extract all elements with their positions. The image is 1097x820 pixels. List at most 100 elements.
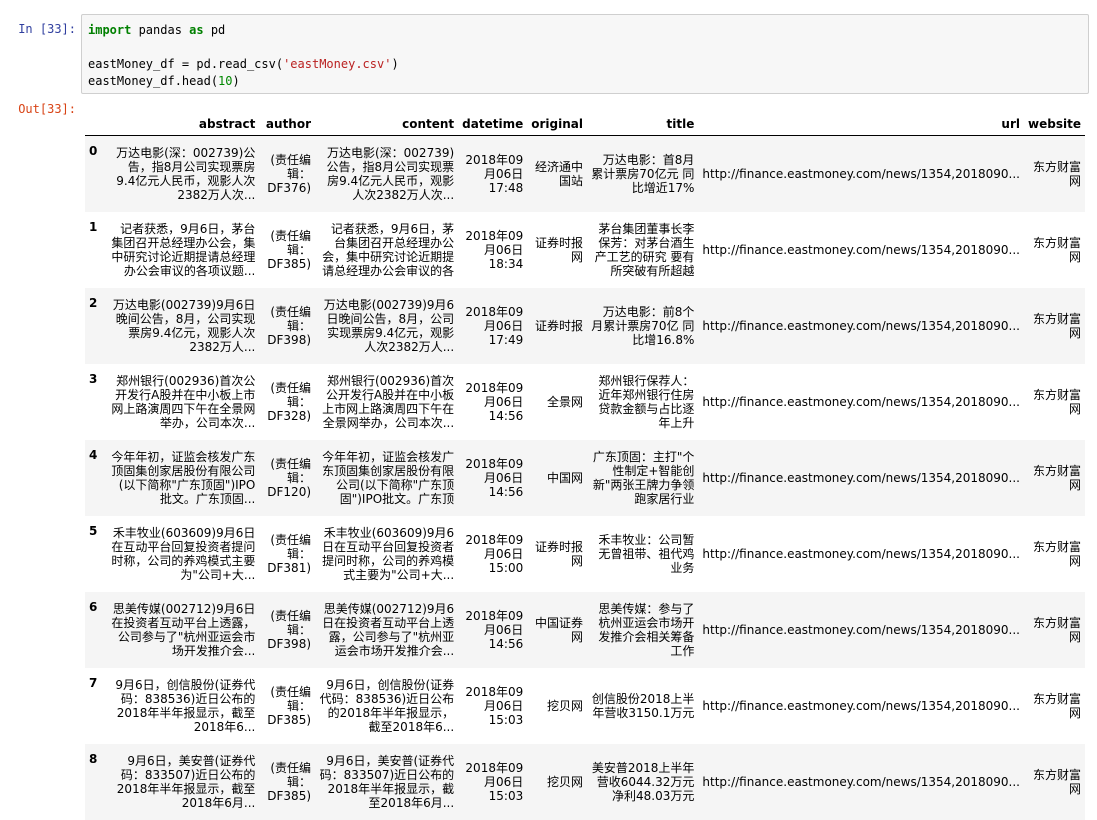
column-header: original xyxy=(527,112,587,136)
code-text: pandas xyxy=(131,23,189,37)
cell-author: (责任编辑：DF398) xyxy=(259,592,315,668)
code-editor[interactable]: import pandas as pd eastMoney_df = pd.re… xyxy=(82,15,1088,97)
cell-original: 全景网 xyxy=(527,364,587,440)
cell-title-text: 创信股份2018上半年营收3150.1万元 xyxy=(591,692,694,720)
cell-original: 挖贝网 xyxy=(527,668,587,744)
code-input-cell[interactable]: import pandas as pd eastMoney_df = pd.re… xyxy=(81,14,1089,94)
cell-url: http://finance.eastmoney.com/news/1354,2… xyxy=(698,668,1024,744)
cell-url: http://finance.eastmoney.com/news/1354,2… xyxy=(698,136,1024,213)
row-index: 5 xyxy=(85,516,106,592)
keyword-import: import xyxy=(88,23,131,37)
cell-url-text: http://finance.eastmoney.com/news/1354,2… xyxy=(702,547,1020,561)
cell-website-text: 东方财富网 xyxy=(1028,616,1081,644)
cell-original: 证券时报网 xyxy=(527,516,587,592)
cell-abstract-text: 思美传媒(002712)9月6日在投资者互动平台上透露，公司参与了"杭州亚运会市… xyxy=(110,602,255,658)
cell-website-text: 东方财富网 xyxy=(1028,540,1081,568)
cell-website-text: 东方财富网 xyxy=(1028,236,1081,264)
cell-abstract: 今年年初，证监会核发广东顶固集创家居股份有限公司(以下简称"广东顶固")IPO批… xyxy=(106,440,259,516)
cell-title: 广东顶固：主打"个性制定+智能创新"两张王牌力争领跑家居行业 xyxy=(587,440,698,516)
cell-author-text: (责任编辑：DF398) xyxy=(263,305,311,347)
table-row: 2万达电影(002739)9月6日晚间公告，8月，公司实现票房9.4亿元，观影人… xyxy=(85,288,1085,364)
cell-author: (责任编辑：DF328) xyxy=(259,364,315,440)
cell-url: http://finance.eastmoney.com/news/1354,2… xyxy=(698,212,1024,288)
cell-datetime-text: 2018年09月06日 14:56 xyxy=(462,609,523,651)
cell-website: 东方财富网 xyxy=(1024,592,1085,668)
cell-original-text: 证券时报 xyxy=(531,319,583,333)
cell-title-text: 广东顶固：主打"个性制定+智能创新"两张王牌力争领跑家居行业 xyxy=(591,450,694,506)
cell-content: 万达电影(002739)9月6日晚间公告，8月，公司实现票房9.4亿元，观影人次… xyxy=(315,288,458,364)
row-index: 7 xyxy=(85,668,106,744)
cell-content-text: 禾丰牧业(603609)9月6日在互动平台回复投资者提问时称，公司的养鸡模式主要… xyxy=(319,526,454,582)
cell-title-text: 茅台集团董事长李保芳：对茅台酒生产工艺的研究 要有所突破有所超越 xyxy=(591,222,694,278)
cell-author: (责任编辑：DF385) xyxy=(259,212,315,288)
row-index: 1 xyxy=(85,212,106,288)
cell-author: (责任编辑：DF398) xyxy=(259,288,315,364)
cell-datetime-text: 2018年09月06日 15:03 xyxy=(462,761,523,803)
cell-url-text: http://finance.eastmoney.com/news/1354,2… xyxy=(702,167,1020,181)
cell-datetime: 2018年09月06日 17:49 xyxy=(458,288,527,364)
table-row: 7 9月6日，创信股份(证券代码：838536)近日公布的2018年半年报显示，截… xyxy=(85,668,1085,744)
table-row: 6思美传媒(002712)9月6日在投资者互动平台上透露，公司参与了"杭州亚运会… xyxy=(85,592,1085,668)
cell-abstract-text: 万达电影(002739)9月6日晚间公告，8月，公司实现票房9.4亿元，观影人次… xyxy=(110,298,255,354)
code-line-import: import pandas as pd xyxy=(88,22,1082,39)
cell-abstract: 思美传媒(002712)9月6日在投资者互动平台上透露，公司参与了"杭州亚运会市… xyxy=(106,592,259,668)
cell-url-text: http://finance.eastmoney.com/news/1354,2… xyxy=(702,395,1020,409)
cell-original-text: 经济通中国站 xyxy=(531,160,583,188)
cell-website: 东方财富网 xyxy=(1024,288,1085,364)
cell-website: 东方财富网 xyxy=(1024,668,1085,744)
cell-abstract: 记者获悉，9月6日，茅台集团召开总经理办公会，集中研究讨论近期提请总经理办公会审… xyxy=(106,212,259,288)
cell-datetime: 2018年09月06日 17:48 xyxy=(458,136,527,213)
cell-content: 9月6日，美安普(证券代码：833507)近日公布的2018年半年报显示，截至2… xyxy=(315,744,458,820)
cell-abstract: 万达电影(002739)9月6日晚间公告，8月，公司实现票房9.4亿元，观影人次… xyxy=(106,288,259,364)
table-row: 3郑州银行(002936)首次公开发行A股并在中小板上市网上路演周四下午在全景网… xyxy=(85,364,1085,440)
cell-url-text: http://finance.eastmoney.com/news/1354,2… xyxy=(702,775,1020,789)
table-row: 5禾丰牧业(603609)9月6日在互动平台回复投资者提问时称，公司的养鸡模式主… xyxy=(85,516,1085,592)
table-row: 4今年年初，证监会核发广东顶固集创家居股份有限公司(以下简称"广东顶固")IPO… xyxy=(85,440,1085,516)
row-index: 4 xyxy=(85,440,106,516)
cell-title-text: 万达电影：前8个月累计票房70亿 同比增16.8% xyxy=(591,305,694,347)
cell-content-text: 9月6日，创信股份(证券代码：838536)近日公布的2018年半年报显示，截至… xyxy=(319,678,454,734)
cell-datetime: 2018年09月06日 15:03 xyxy=(458,668,527,744)
column-header: content xyxy=(315,112,458,136)
cell-author-text: (责任编辑：DF398) xyxy=(263,609,311,651)
cell-website-text: 东方财富网 xyxy=(1028,388,1081,416)
cell-original: 挖贝网 xyxy=(527,744,587,820)
cell-title-text: 美安普2018上半年营收6044.32万元 净利48.03万元 xyxy=(591,761,694,803)
cell-title: 美安普2018上半年营收6044.32万元 净利48.03万元 xyxy=(587,744,698,820)
code-text: eastMoney_df = pd.read_csv( xyxy=(88,57,283,71)
cell-content: 郑州银行(002936)首次公开发行A股并在中小板上市网上路演周四下午在全景网举… xyxy=(315,364,458,440)
cell-url: http://finance.eastmoney.com/news/1354,2… xyxy=(698,440,1024,516)
cell-website: 东方财富网 xyxy=(1024,744,1085,820)
cell-datetime: 2018年09月06日 14:56 xyxy=(458,592,527,668)
cell-content-text: 今年年初，证监会核发广东顶固集创家居股份有限公司(以下简称"广东顶固")IPO批… xyxy=(319,450,454,506)
cell-website: 东方财富网 xyxy=(1024,516,1085,592)
cell-title-text: 万达电影：首8月累计票房70亿元 同比增近17% xyxy=(591,153,694,195)
column-header: datetime xyxy=(458,112,527,136)
cell-website-text: 东方财富网 xyxy=(1028,160,1081,188)
cell-author-text: (责任编辑：DF385) xyxy=(263,761,311,803)
cell-website-text: 东方财富网 xyxy=(1028,312,1081,340)
cell-url-text: http://finance.eastmoney.com/news/1354,2… xyxy=(702,699,1020,713)
cell-datetime-text: 2018年09月06日 14:56 xyxy=(462,457,523,499)
cell-abstract-text: 禾丰牧业(603609)9月6日在互动平台回复投资者提问时称，公司的养鸡模式主要… xyxy=(110,526,255,582)
code-text: eastMoney_df.head( xyxy=(88,74,218,88)
cell-url-text: http://finance.eastmoney.com/news/1354,2… xyxy=(702,623,1020,637)
cell-url-text: http://finance.eastmoney.com/news/1354,2… xyxy=(702,243,1020,257)
column-header: title xyxy=(587,112,698,136)
cell-datetime-text: 2018年09月06日 17:49 xyxy=(462,305,523,347)
input-prompt: In [33]: xyxy=(0,22,76,36)
cell-website: 东方财富网 xyxy=(1024,364,1085,440)
cell-url-text: http://finance.eastmoney.com/news/1354,2… xyxy=(702,471,1020,485)
cell-datetime: 2018年09月06日 14:56 xyxy=(458,440,527,516)
cell-original: 中国网 xyxy=(527,440,587,516)
cell-author-text: (责任编辑：DF328) xyxy=(263,381,311,423)
cell-content: 今年年初，证监会核发广东顶固集创家居股份有限公司(以下简称"广东顶固")IPO批… xyxy=(315,440,458,516)
cell-abstract: 9月6日，美安普(证券代码：833507)近日公布的2018年半年报显示，截至2… xyxy=(106,744,259,820)
cell-datetime-text: 2018年09月06日 14:56 xyxy=(462,381,523,423)
cell-datetime-text: 2018年09月06日 15:03 xyxy=(462,685,523,727)
cell-datetime: 2018年09月06日 15:03 xyxy=(458,744,527,820)
cell-content: 9月6日，创信股份(证券代码：838536)近日公布的2018年半年报显示，截至… xyxy=(315,668,458,744)
cell-url: http://finance.eastmoney.com/news/1354,2… xyxy=(698,516,1024,592)
cell-original: 经济通中国站 xyxy=(527,136,587,213)
table-body: 0万达电影(深：002739)公告，指8月公司实现票房9.4亿元人民币，观影人次… xyxy=(85,136,1085,820)
